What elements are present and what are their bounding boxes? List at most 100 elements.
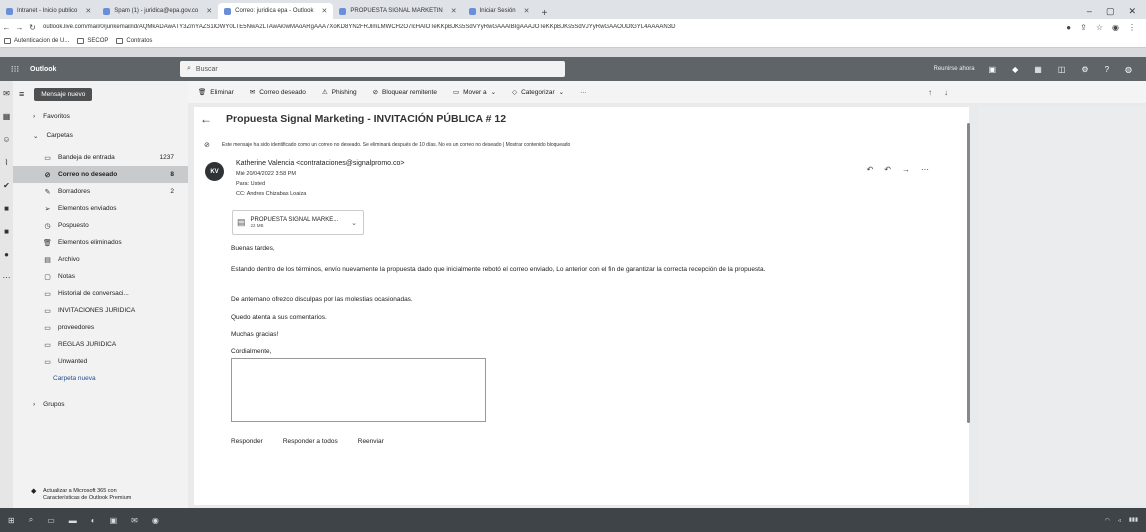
- browser-tab-spam[interactable]: Spam (1) - juridica@epa.gov.co ✕: [97, 3, 218, 19]
- search-input[interactable]: ⌕ Buscar: [180, 61, 565, 77]
- forward-icon[interactable]: →: [902, 165, 910, 174]
- file-explorer-icon[interactable]: ▬: [69, 516, 77, 525]
- calendar-app-icon[interactable]: ▦: [3, 112, 11, 121]
- browser-tab-propuesta[interactable]: PROPUESTA SIGNAL MARKETIN ✕: [333, 3, 462, 19]
- reply-all-icon[interactable]: ↶: [884, 165, 891, 174]
- meet-now-button[interactable]: Reunirse ahora: [934, 66, 975, 72]
- back-icon[interactable]: ←: [0, 23, 13, 32]
- task-view-icon[interactable]: ▭: [47, 516, 55, 525]
- share-icon[interactable]: ⇪: [1080, 23, 1087, 32]
- attach-app-icon[interactable]: ⌇: [5, 158, 9, 167]
- next-message-icon[interactable]: ↓: [944, 88, 948, 97]
- mail-icon[interactable]: ✉: [3, 89, 10, 98]
- reply-icon[interactable]: ↶: [867, 165, 874, 174]
- word-icon[interactable]: ■: [4, 204, 9, 213]
- move-to-button[interactable]: ▭ Mover a ⌄: [453, 88, 496, 97]
- folder-item[interactable]: ▤ Archivo: [13, 251, 188, 268]
- new-mail-button[interactable]: Mensaje nuevo: [34, 87, 93, 101]
- folder-item[interactable]: ◷ Pospuesto: [13, 217, 188, 234]
- phishing-button[interactable]: ⚠ Phishing: [322, 88, 357, 97]
- categorize-button[interactable]: ◇ Categorizar ⌄: [512, 88, 564, 97]
- browser-tab-outlook[interactable]: Correo: juridica epa - Outlook ✕: [218, 3, 334, 19]
- url-field[interactable]: outlook.live.com/mail/0/junkemail/id/AQM…: [43, 24, 1056, 30]
- taskbar-search-icon[interactable]: ⌕: [29, 515, 33, 525]
- browser-tab-login[interactable]: Iniciar Sesión ✕: [463, 3, 536, 19]
- reading-scrollbar[interactable]: [967, 123, 970, 423]
- close-tab-icon[interactable]: ✕: [206, 7, 212, 15]
- todo-icon[interactable]: ✔: [3, 181, 10, 190]
- excel-icon[interactable]: ■: [4, 227, 9, 236]
- more-icon[interactable]: ⋯: [921, 165, 929, 174]
- account-icon[interactable]: ◍: [1125, 65, 1132, 74]
- folder-item[interactable]: ➢ Elementos enviados: [13, 200, 188, 217]
- close-tab-icon[interactable]: ✕: [85, 7, 91, 15]
- back-arrow-icon[interactable]: ←: [200, 112, 212, 126]
- folders-toggle[interactable]: ⌄ Carpetas: [13, 128, 188, 143]
- clock[interactable]: ▮▮▮: [1129, 517, 1138, 524]
- network-icon[interactable]: ◠: [1105, 517, 1110, 524]
- folder-item[interactable]: ▭ Historial de conversaci...: [13, 285, 188, 302]
- attachment-card[interactable]: ▤ PROPUESTA SIGNAL MARKE... 22 MB ⌄: [232, 210, 364, 235]
- bookmark-star-icon[interactable]: ☆: [1096, 23, 1103, 32]
- previous-message-icon[interactable]: ↑: [928, 88, 932, 97]
- folder-item[interactable]: ✎ Borradores 2: [13, 183, 188, 200]
- folder-item[interactable]: 🗑 Elementos eliminados: [13, 234, 188, 251]
- not-junk-button[interactable]: ✉ Correo deseado: [250, 88, 306, 97]
- bookmark-autenticacion[interactable]: Autenticacion de U...: [4, 38, 69, 44]
- folder-item[interactable]: ▭ INVITACIONES JURIDICA: [13, 302, 188, 319]
- store-icon[interactable]: ▣: [110, 516, 118, 525]
- app-title[interactable]: Outlook: [30, 66, 180, 73]
- maximize-icon[interactable]: ▢: [1106, 6, 1115, 17]
- skype-icon[interactable]: ▣: [989, 65, 997, 74]
- bookmark-secop[interactable]: SECOP: [77, 38, 108, 44]
- close-window-icon[interactable]: ✕: [1128, 6, 1136, 17]
- favorites-toggle[interactable]: › Favoritos: [13, 109, 188, 124]
- sender-avatar[interactable]: KV: [205, 162, 224, 181]
- block-sender-button[interactable]: ⊘ Bloquear remitente: [373, 88, 437, 97]
- forward-icon[interactable]: →: [13, 23, 26, 32]
- folder-item[interactable]: ▢ Notas: [13, 268, 188, 285]
- windows-start-icon[interactable]: ⊞: [8, 516, 15, 525]
- hamburger-menu-icon[interactable]: ≡: [19, 89, 24, 99]
- calendar-icon[interactable]: ▦: [1034, 65, 1042, 74]
- chat-icon[interactable]: ◫: [1058, 65, 1066, 74]
- people-icon[interactable]: ☺: [2, 135, 10, 144]
- chevron-down-icon[interactable]: ⌄: [351, 219, 357, 227]
- sender-name[interactable]: Katherine Valencia <contrataciones@signa…: [236, 160, 404, 167]
- browser-tab-intranet[interactable]: Intranet - Inicio publico ✕: [0, 3, 97, 19]
- help-icon[interactable]: ?: [1105, 65, 1109, 74]
- reply-link[interactable]: Responder: [231, 438, 263, 445]
- reply-all-link[interactable]: Responder a todos: [283, 438, 338, 445]
- edge-icon[interactable]: ◐: [91, 516, 96, 525]
- folder-item[interactable]: ▭ REGLAS JURIDICA: [13, 336, 188, 353]
- teams-icon[interactable]: ◆: [1012, 65, 1018, 74]
- profile-icon[interactable]: ◉: [1112, 23, 1119, 32]
- send-icon: ➢: [44, 205, 51, 213]
- folder-item[interactable]: ▭ Unwanted: [13, 353, 188, 370]
- close-tab-icon[interactable]: ✕: [322, 7, 328, 15]
- upgrade-premium-link[interactable]: ◆ Actualizar a Microsoft 365 con Caracte…: [31, 488, 153, 502]
- folder-item[interactable]: ▭ Bandeja de entrada 1237: [13, 149, 188, 166]
- extension-icon[interactable]: ●: [1066, 23, 1071, 32]
- delete-button[interactable]: 🗑 Eliminar: [198, 88, 234, 97]
- volume-icon[interactable]: ◃: [1118, 517, 1121, 524]
- reload-icon[interactable]: ↻: [26, 23, 39, 32]
- mail-taskbar-icon[interactable]: ✉: [131, 516, 138, 525]
- more-apps-icon[interactable]: ⋯: [3, 273, 11, 282]
- folder-item[interactable]: ▭ proveedores: [13, 319, 188, 336]
- browser-menu-icon[interactable]: ⋮: [1128, 23, 1136, 32]
- folder-item[interactable]: ⊘ Correo no deseado 8: [13, 166, 188, 183]
- forward-link[interactable]: Reenviar: [358, 438, 384, 445]
- bookmark-contratos[interactable]: Contratos: [116, 38, 152, 44]
- app-launcher-icon[interactable]: ⁝⁝⁝: [0, 64, 30, 75]
- settings-gear-icon[interactable]: ⚙: [1081, 65, 1088, 74]
- more-actions-button[interactable]: ···: [580, 89, 587, 96]
- minimize-icon[interactable]: –: [1087, 6, 1092, 16]
- close-tab-icon[interactable]: ✕: [451, 7, 457, 15]
- new-folder-link[interactable]: Carpeta nueva: [13, 370, 188, 387]
- close-tab-icon[interactable]: ✕: [524, 7, 530, 15]
- powerpoint-icon[interactable]: ●: [4, 250, 9, 259]
- chrome-icon[interactable]: ◉: [152, 516, 159, 525]
- new-tab-button[interactable]: +: [536, 8, 554, 19]
- groups-toggle[interactable]: › Grupos: [13, 397, 188, 412]
